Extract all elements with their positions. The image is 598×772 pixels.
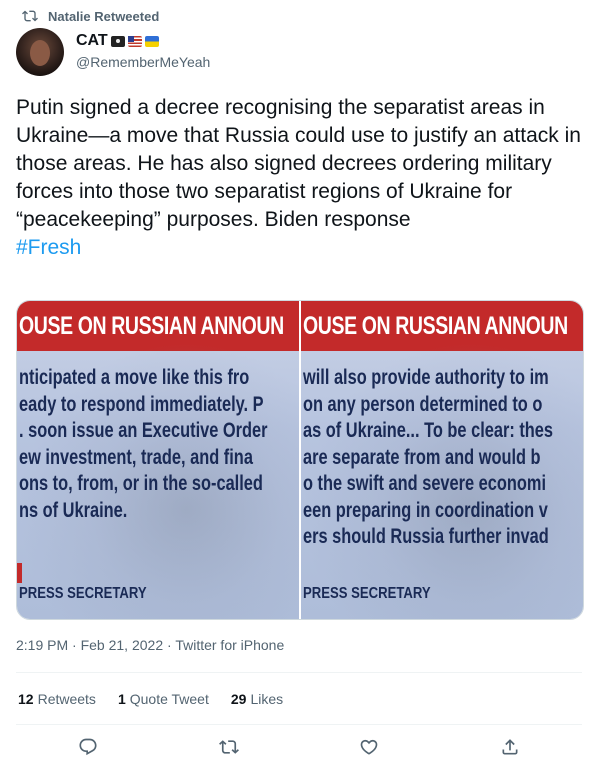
tweet-date[interactable]: Feb 21, 2022 [81,637,164,653]
hashtag-link[interactable]: #Fresh [16,236,81,259]
avatar[interactable] [16,28,64,76]
reply-button[interactable] [77,736,99,758]
media-image-left[interactable]: OUSE ON RUSSIAN ANNOUN nticipated a move… [17,301,299,619]
image-text-line: nticipated a move like this fro [19,366,250,389]
share-button[interactable] [499,736,521,758]
display-name-text: CAT [76,32,108,49]
tweet-text: Putin signed a decree recognising the se… [16,94,586,262]
image-text-line: . soon issue an Executive Order [19,419,268,442]
retweets-label: Retweets [37,691,96,707]
image-text-lines: nticipated a move like this fro eady to … [19,365,299,524]
image-text-line: ns of Ukraine. [19,498,128,522]
likes-stat[interactable]: 29 Likes [231,691,283,707]
like-button[interactable] [358,736,380,758]
quotes-stat[interactable]: 1 Quote Tweet [118,691,209,707]
tweet-source[interactable]: Twitter for iPhone [175,637,284,653]
red-edge-mark [17,563,22,583]
tweet-time[interactable]: 2:19 PM [16,637,68,653]
divider [16,672,582,673]
author-handle[interactable]: @RememberMeYeah [76,54,210,70]
us-flag-icon [127,35,142,47]
likes-count: 29 [230,691,247,707]
retweet-button[interactable] [218,736,240,758]
image-banner-text: OUSE ON RUSSIAN ANNOUN [19,311,284,340]
image-text-line: on any person determined to o [303,392,543,416]
tweet-meta: 2:19 PM · Feb 21, 2022 · Twitter for iPh… [16,637,284,653]
retweeted-by[interactable]: Natalie Retweeted [22,8,159,24]
image-text-line: are separate from and would b [303,445,541,469]
tweet-stats: 12 Retweets 1 Quote Tweet 29 Likes [18,691,283,707]
retweets-stat[interactable]: 12 Retweets [18,691,96,707]
tweet-media[interactable]: OUSE ON RUSSIAN ANNOUN nticipated a move… [16,300,584,620]
retweets-count: 12 [18,691,34,707]
tweet-body: Putin signed a decree recognising the se… [16,96,581,231]
image-text-lines: will also provide authority to im on any… [303,365,583,551]
retweeted-by-label: Natalie Retweeted [48,8,160,24]
image-text-line: will also provide authority to im [303,366,549,389]
ukraine-flag-icon [144,35,159,47]
reply-icon [79,738,97,756]
likes-label: Likes [250,691,284,707]
divider [16,724,582,725]
image-footer: PRESS SECRETARY [303,585,431,602]
image-text-line: eady to respond immediately. P [19,392,264,416]
meta-separator: · [167,637,172,653]
image-text-line: ew investment, trade, and fina [19,445,253,469]
quotes-count: 1 [117,691,126,707]
action-bar [0,736,598,762]
display-name[interactable]: CAT [76,32,210,50]
heart-icon [360,739,378,755]
image-banner-text: OUSE ON RUSSIAN ANNOUN [303,311,568,340]
image-text-line: as of Ukraine... To be clear: thes [303,419,554,442]
pirate-flag-icon [110,35,125,47]
image-text-line: ers should Russia further invad [303,525,549,548]
image-text-line: o the swift and severe economi [303,472,547,495]
image-footer: PRESS SECRETARY [19,585,147,602]
meta-separator: · [72,637,77,653]
author-block[interactable]: CAT @RememberMeYeah [76,32,210,70]
quotes-label: Quote Tweet [129,691,209,707]
retweet-icon [22,10,38,22]
image-text-line: ons to, from, or in the so-called [19,472,263,495]
image-text-line: een preparing in coordination v [303,498,548,522]
retweet-icon [219,740,239,754]
media-image-right[interactable]: OUSE ON RUSSIAN ANNOUN will also provide… [301,301,583,619]
share-icon [502,739,518,755]
